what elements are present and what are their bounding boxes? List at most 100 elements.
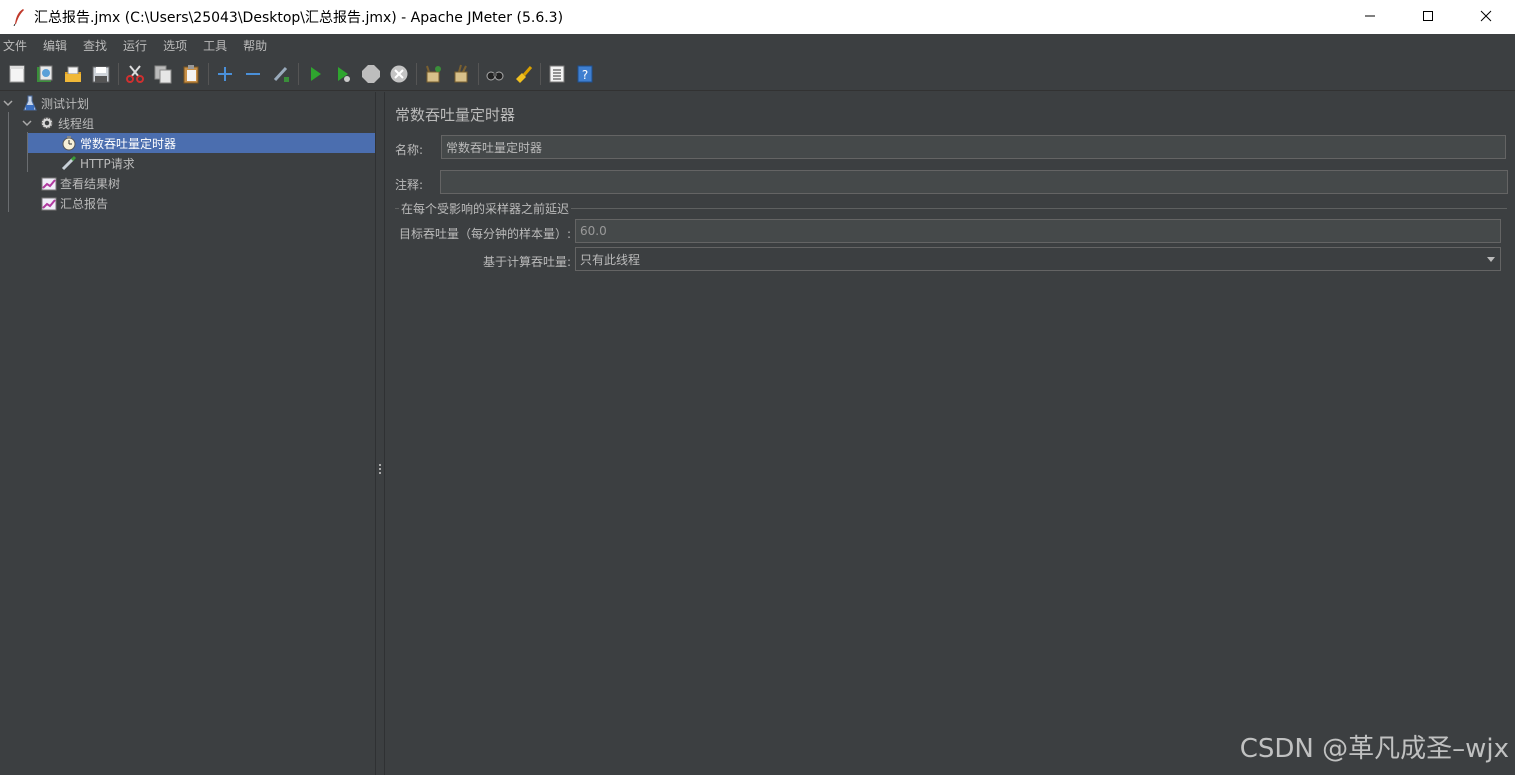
paste-button[interactable] [180,63,202,85]
tree-item-summary-report[interactable]: 汇总报告 [41,193,108,213]
open-button[interactable] [62,63,84,85]
toolbar-separator [416,62,417,85]
target-throughput-label: 目标吞吐量（每分钟的样本量）: [399,227,572,241]
menu-tools[interactable]: 工具 [199,37,233,54]
toolbar: ? [0,57,1515,91]
function-helper-button[interactable] [546,63,568,85]
clear-button[interactable] [422,63,444,85]
new-button[interactable] [6,63,28,85]
tree-item-thread-group[interactable]: 线程组 [21,113,94,133]
drag-handle-icon [379,464,382,476]
calc-mode-value: 只有此线程 [580,252,641,267]
name-field[interactable]: 常数吞吐量定时器 [441,135,1506,159]
menu-file[interactable]: 文件 [0,37,33,54]
start-no-pause-button[interactable] [332,63,354,85]
help-icon: ? [577,65,593,82]
test-plan-icon [22,95,38,111]
dropdown-arrow-icon [1486,252,1496,266]
panel-title: 常数吞吐量定时器 [395,106,516,124]
toggle-icon [273,66,289,82]
tree-item-http-request[interactable]: HTTP请求 [61,153,135,173]
timer-config-panel: 常数吞吐量定时器 名称: 常数吞吐量定时器 注释: 在每个受影响的采样器之前延迟… [385,92,1515,775]
templates-button[interactable] [34,63,56,85]
clear-icon [426,65,441,82]
toggle-button[interactable] [270,63,292,85]
menu-run[interactable]: 运行 [119,37,153,54]
gear-icon [39,115,55,131]
menu-options[interactable]: 选项 [159,37,193,54]
tree-item-view-results-tree[interactable]: 查看结果树 [41,173,120,193]
cut-icon [126,64,144,83]
comment-label: 注释: [395,178,424,192]
copy-icon [154,65,172,83]
chevron-down-icon[interactable] [21,117,33,129]
maximize-button[interactable] [1399,0,1457,32]
new-icon [9,65,25,82]
reset-search-icon [516,65,533,83]
search-icon [486,71,504,80]
tree-item-label: 常数吞吐量定时器 [80,136,177,151]
target-throughput-field[interactable]: 60.0 [575,219,1501,243]
clear-all-button[interactable] [450,63,472,85]
start-no-pause-icon [338,66,350,82]
toolbar-separator [478,62,479,85]
tree-item-test-plan[interactable]: 测试计划 [2,93,89,113]
copy-button[interactable] [152,63,174,85]
menu-edit[interactable]: 编辑 [39,37,73,54]
maximize-icon [1423,11,1433,21]
window-title: 汇总报告.jmx (C:\Users\25043\Desktop\汇总报告.jm… [34,10,564,26]
minimize-button[interactable] [1341,0,1399,32]
close-button[interactable] [1457,0,1515,32]
window-controls [1341,0,1515,34]
save-button[interactable] [90,63,112,85]
expand-icon [218,66,232,81]
timer-icon [61,135,77,151]
collapse-icon [246,72,260,75]
comment-field[interactable] [440,170,1508,194]
chart-icon [41,195,57,211]
menu-search[interactable]: 查找 [79,37,113,54]
name-label: 名称: [395,143,424,157]
toolbar-separator [298,62,299,85]
shutdown-button[interactable] [388,63,410,85]
search-button[interactable] [484,63,506,85]
calc-mode-label: 基于计算吞吐量: [483,255,572,269]
chevron-down-icon[interactable] [2,97,14,109]
paste-icon [183,64,199,83]
tree-item-label: 线程组 [58,116,95,131]
tree-guide-line [8,112,9,212]
shutdown-icon [390,65,408,82]
menu-help[interactable]: 帮助 [239,37,273,54]
svg-text:?: ? [582,68,588,82]
calc-mode-select[interactable]: 只有此线程 [575,247,1501,271]
pipette-icon [61,155,77,171]
group-title: 在每个受影响的采样器之前延迟 [399,200,572,217]
start-icon [311,66,321,81]
stop-button[interactable] [360,63,382,85]
tree-item-label: 查看结果树 [60,176,121,191]
test-plan-tree: 测试计划 线程组 常数吞吐量定时器 HTTP请求 查看结果树 汇总报告 [0,92,375,775]
title-bar: 汇总报告.jmx (C:\Users\25043\Desktop\汇总报告.jm… [0,0,1515,34]
tree-item-constant-throughput-timer[interactable]: 常数吞吐量定时器 [28,133,375,153]
minimize-icon [1365,15,1375,17]
menu-bar: 文件 编辑 查找 运行 选项 工具 帮助 [0,34,1515,57]
jmeter-feather-icon [9,7,29,27]
templates-icon [37,65,53,82]
reset-search-button[interactable] [512,63,534,85]
clear-all-icon [454,64,468,82]
close-icon [1480,10,1492,22]
watermark: CSDN @革凡成圣–wjx [1239,734,1509,764]
start-button[interactable] [304,63,326,85]
split-pane-divider[interactable] [375,92,385,775]
cut-button[interactable] [124,63,146,85]
save-icon [92,66,110,82]
stop-icon [362,64,380,83]
tree-item-label: 测试计划 [41,96,90,111]
chart-icon [41,175,57,191]
expand-all-button[interactable] [214,63,236,85]
help-button[interactable]: ? [574,63,596,85]
tree-item-label: HTTP请求 [80,156,135,171]
toolbar-separator [208,62,209,85]
collapse-all-button[interactable] [242,63,264,85]
open-icon [65,66,81,82]
